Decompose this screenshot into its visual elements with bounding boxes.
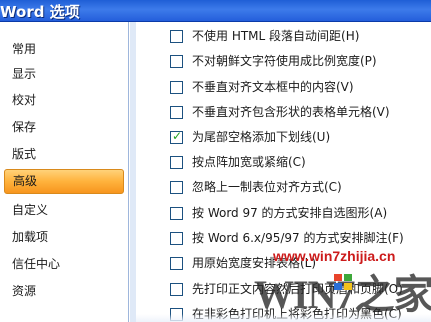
option-label: 忽略上一制表位对齐方式(C) [192,180,342,194]
windows-flag-icon [334,274,352,290]
checkbox[interactable] [170,156,183,169]
option-label: 为尾部空格添加下划线(U) [192,130,331,144]
sidebar-item-advanced[interactable]: 高级 [4,169,124,194]
option-row[interactable]: 为尾部空格添加下划线(U) [170,129,430,145]
option-label: 不垂直对齐文本框中的内容(V) [192,80,354,94]
title-bar: Word 选项 [0,0,431,22]
window-title: Word 选项 [0,3,80,21]
checkbox[interactable] [170,55,183,68]
option-row[interactable]: 不垂直对齐包含形状的表格单元格(V) [170,104,430,120]
checkbox[interactable] [170,232,183,245]
checkbox[interactable] [170,106,183,119]
option-row[interactable]: 忽略上一制表位对齐方式(C) [170,179,430,195]
checkbox[interactable] [170,207,183,220]
sidebar-item-display[interactable]: 显示 [4,62,124,87]
sidebar-item-resources[interactable]: 资源 [4,279,124,304]
options-sidebar: 常用 显示 校对 保存 版式 高级 自定义 加载项 信任中心 资源 [0,22,129,322]
checkbox-checked[interactable] [170,129,183,144]
checkbox[interactable] [170,181,183,194]
site-watermark: www.win7zhijia.cn WIN7之家 [254,240,431,320]
sidebar-item-typography[interactable]: 版式 [4,142,124,167]
option-row[interactable]: 不使用 HTML 段落自动间距(H) [170,28,430,44]
sidebar-item-common[interactable]: 常用 [4,37,124,62]
option-row[interactable]: 按点阵加宽或紧缩(C) [170,154,430,170]
option-row[interactable]: 不对朝鲜文字符使用成比例宽度(P) [170,53,430,69]
checkbox[interactable] [170,81,183,94]
sidebar-item-customize[interactable]: 自定义 [4,198,124,223]
option-label: 不使用 HTML 段落自动间距(H) [192,29,360,43]
checkbox[interactable] [170,283,183,296]
option-row[interactable]: 按 Word 97 的方式安排自选图形(A) [170,205,430,221]
option-label: 按 Word 97 的方式安排自选图形(A) [192,206,388,220]
option-label: 不对朝鲜文字符使用成比例宽度(P) [192,54,377,68]
sidebar-item-addins[interactable]: 加载项 [4,225,124,250]
sidebar-item-save[interactable]: 保存 [4,115,124,140]
checkbox[interactable] [170,257,183,270]
checkbox[interactable] [170,30,183,43]
option-row[interactable]: 不垂直对齐文本框中的内容(V) [170,79,430,95]
option-label: 按点阵加宽或紧缩(C) [192,155,306,169]
sidebar-item-trust-center[interactable]: 信任中心 [4,252,124,277]
watermark-brand: WIN7之家 [254,272,431,317]
sidebar-item-proofing[interactable]: 校对 [4,88,124,113]
option-label: 不垂直对齐包含形状的表格单元格(V) [192,105,390,119]
